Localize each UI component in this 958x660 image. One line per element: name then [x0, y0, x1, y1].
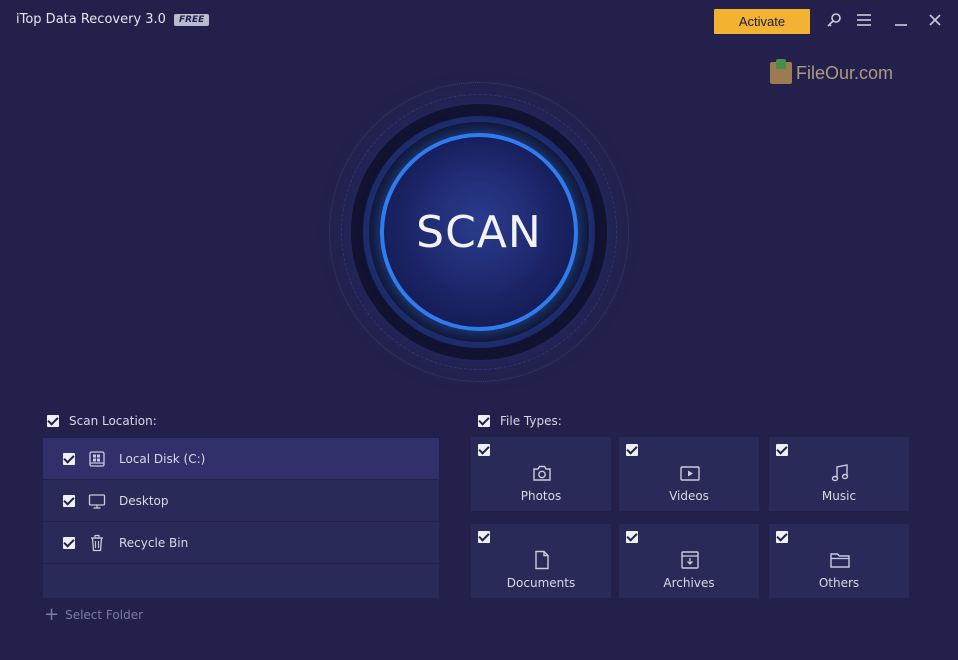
scan-location-checkbox[interactable]	[47, 415, 59, 427]
scan-location-list: Local Disk (C:) Desktop Recycle Bin	[43, 438, 439, 598]
document-icon	[531, 550, 553, 570]
location-label: Desktop	[119, 493, 169, 508]
disk-icon	[87, 449, 107, 469]
file-type-checkbox[interactable]	[478, 531, 490, 543]
trash-icon	[87, 533, 107, 553]
file-type-label: Archives	[663, 576, 715, 590]
location-label: Local Disk (C:)	[119, 451, 206, 466]
file-type-label: Others	[818, 576, 860, 590]
file-type-checkbox[interactable]	[776, 531, 788, 543]
scan-label: SCAN	[416, 206, 542, 258]
location-checkbox[interactable]	[63, 536, 75, 549]
file-types-header[interactable]: File Types:	[478, 414, 562, 428]
archive-icon	[679, 550, 701, 570]
location-desktop[interactable]: Desktop	[43, 480, 439, 522]
app-title-bar: iTop Data Recovery 3.0 FREE	[16, 12, 210, 27]
file-type-photos[interactable]: Photos	[471, 437, 611, 511]
select-folder-button[interactable]: + Select Folder	[44, 604, 144, 625]
file-types-label: File Types:	[500, 414, 562, 428]
file-type-checkbox[interactable]	[478, 444, 490, 456]
watermark-text: FileOur.com	[796, 62, 894, 83]
location-recycle-bin[interactable]: Recycle Bin	[43, 522, 439, 564]
file-type-label: Music	[821, 489, 857, 503]
activate-button[interactable]: Activate	[714, 9, 810, 34]
file-type-checkbox[interactable]	[626, 444, 638, 456]
file-types-checkbox[interactable]	[478, 415, 490, 427]
file-type-archives[interactable]: Archives	[619, 524, 759, 598]
scan-location-header[interactable]: Scan Location:	[47, 414, 157, 428]
minimize-icon[interactable]	[891, 10, 911, 30]
scan-button[interactable]: SCAN	[380, 133, 578, 331]
scan-location-label: Scan Location:	[69, 414, 157, 428]
key-icon[interactable]	[824, 10, 844, 30]
video-icon	[679, 463, 701, 483]
file-type-documents[interactable]: Documents	[471, 524, 611, 598]
file-type-videos[interactable]: Videos	[619, 437, 759, 511]
file-type-others[interactable]: Others	[769, 524, 909, 598]
music-icon	[829, 463, 851, 483]
select-folder-label: Select Folder	[65, 608, 144, 622]
file-type-label: Documents	[506, 576, 576, 590]
location-label: Recycle Bin	[119, 535, 189, 550]
file-type-label: Videos	[669, 489, 709, 503]
folder-icon	[829, 550, 851, 570]
plus-icon: +	[44, 604, 60, 625]
monitor-icon	[87, 491, 107, 511]
watermark-logo-icon	[770, 59, 792, 84]
location-checkbox[interactable]	[63, 494, 75, 507]
location-checkbox[interactable]	[63, 452, 75, 465]
file-type-checkbox[interactable]	[776, 444, 788, 456]
file-type-music[interactable]: Music	[769, 437, 909, 511]
close-icon[interactable]	[925, 10, 945, 30]
watermark: FileOur.com	[770, 59, 894, 84]
camera-icon	[531, 463, 553, 483]
file-type-label: Photos	[520, 489, 562, 503]
file-type-checkbox[interactable]	[626, 531, 638, 543]
free-badge: FREE	[173, 13, 210, 26]
menu-icon[interactable]	[854, 10, 874, 30]
scan-area: SCAN	[329, 82, 629, 382]
location-local-disk[interactable]: Local Disk (C:)	[43, 438, 439, 480]
app-title: iTop Data Recovery 3.0	[16, 12, 166, 27]
